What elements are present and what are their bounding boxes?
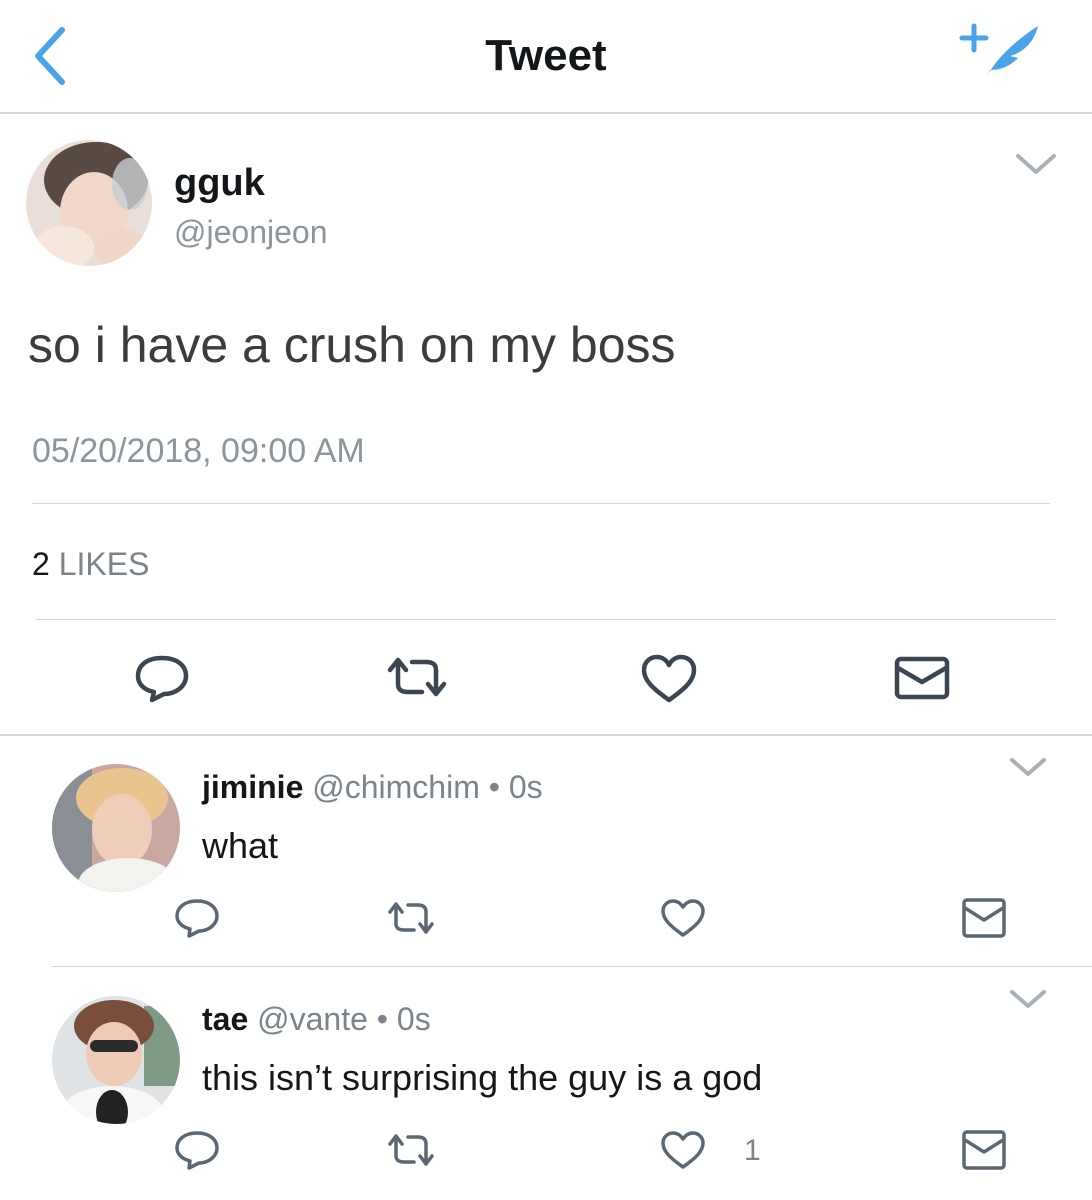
- like-button[interactable]: [660, 1130, 706, 1170]
- compose-tweet-icon: [959, 23, 1038, 82]
- retweet-button[interactable]: [384, 1132, 438, 1168]
- direct-message-button[interactable]: [962, 898, 1006, 938]
- reply-avatar[interactable]: [52, 996, 180, 1124]
- divider: [52, 966, 1092, 967]
- retweet-icon: [387, 657, 447, 697]
- heart-icon: [661, 899, 705, 937]
- reply-author-name[interactable]: tae: [202, 1001, 248, 1037]
- reply-avatar[interactable]: [52, 764, 180, 892]
- reply-button[interactable]: [174, 898, 220, 938]
- separator-dot: •: [488, 769, 500, 805]
- author-name[interactable]: gguk: [174, 160, 265, 206]
- likes-count: 2: [32, 546, 50, 582]
- reply-options-button[interactable]: [1008, 752, 1048, 782]
- reply-author-handle[interactable]: @vante: [257, 1001, 368, 1037]
- chevron-down-icon: [1016, 154, 1056, 174]
- envelope-icon: [962, 898, 1006, 938]
- envelope-icon: [894, 656, 950, 700]
- retweet-button[interactable]: [384, 900, 438, 936]
- likes-label: LIKES: [58, 546, 150, 582]
- like-button[interactable]: [660, 898, 706, 938]
- separator-dot: •: [376, 1001, 388, 1037]
- compose-tweet-button[interactable]: [959, 22, 1044, 88]
- divider: [0, 734, 1092, 736]
- reply-header: jiminie @chimchim • 0s: [202, 766, 543, 808]
- page-title: Tweet: [485, 31, 607, 80]
- reply-icon: [175, 899, 219, 938]
- retweet-icon: [388, 1134, 434, 1166]
- reply-icon: [175, 1131, 219, 1170]
- divider: [32, 503, 1050, 504]
- heart-icon: [661, 1131, 705, 1169]
- reply-time: 0s: [396, 1001, 431, 1037]
- retweet-icon: [388, 902, 434, 934]
- avatar-image: [52, 764, 180, 892]
- author-handle[interactable]: @jeonjeon: [174, 211, 327, 253]
- direct-message-button[interactable]: [962, 1130, 1006, 1170]
- reply-header: tae @vante • 0s: [202, 998, 431, 1040]
- reply-icon: [135, 655, 189, 703]
- like-count: 1: [744, 1134, 761, 1167]
- chevron-down-icon: [1010, 758, 1046, 776]
- retweet-button[interactable]: [382, 656, 452, 698]
- tweet-timestamp: 05/20/2018, 09:00 AM: [32, 432, 365, 470]
- likes-count-link[interactable]: 2 LIKES: [32, 542, 149, 586]
- heart-icon: [641, 654, 697, 703]
- reply-author-handle[interactable]: @chimchim: [312, 769, 480, 805]
- header-divider: [0, 112, 1092, 114]
- reply-button[interactable]: [174, 1130, 220, 1170]
- avatar[interactable]: [26, 140, 152, 266]
- tweet-options-button[interactable]: [1014, 148, 1058, 180]
- reply-options-button[interactable]: [1008, 984, 1048, 1014]
- divider: [36, 619, 1056, 620]
- chevron-down-icon: [1010, 990, 1046, 1008]
- avatar-image: [52, 996, 180, 1124]
- avatar-image: [26, 140, 152, 266]
- reply-text: this isn’t surprising the guy is a god: [202, 1057, 763, 1098]
- reply-button[interactable]: [134, 654, 190, 703]
- direct-message-button[interactable]: [894, 656, 950, 700]
- like-button[interactable]: [640, 654, 698, 704]
- reply-time: 0s: [508, 769, 543, 805]
- reply-text: what: [202, 825, 279, 866]
- tweet-text: so i have a crush on my boss: [28, 317, 676, 373]
- reply-author-name[interactable]: jiminie: [202, 769, 303, 805]
- envelope-icon: [962, 1130, 1006, 1170]
